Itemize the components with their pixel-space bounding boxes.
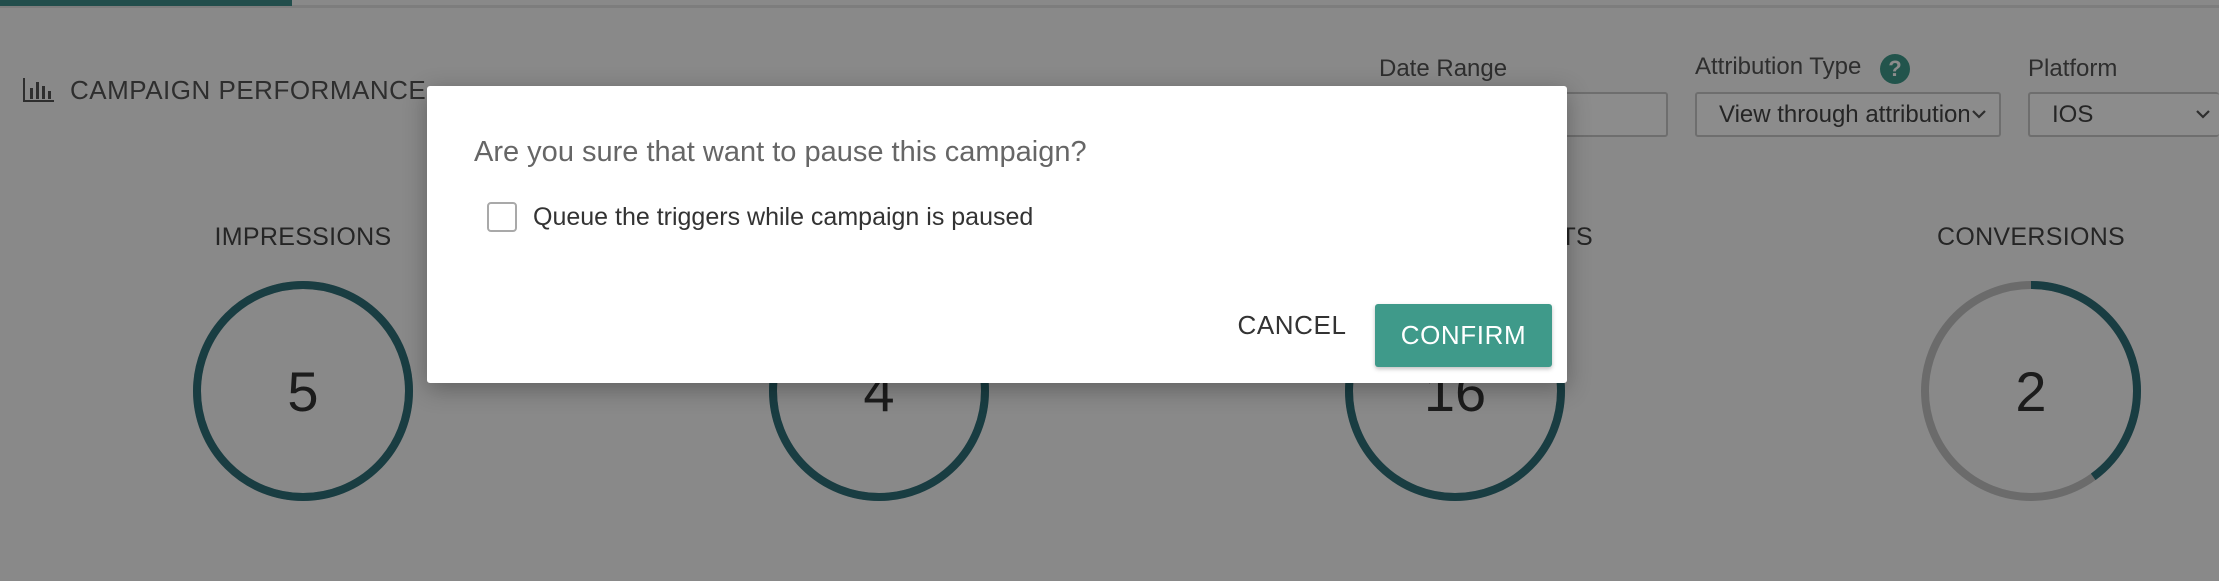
queue-triggers-option[interactable]: Queue the triggers while campaign is pau…	[487, 202, 1033, 232]
queue-triggers-label[interactable]: Queue the triggers while campaign is pau…	[533, 203, 1033, 232]
cancel-button[interactable]: CANCEL	[1233, 303, 1351, 347]
queue-triggers-checkbox[interactable]	[487, 202, 517, 232]
confirm-button[interactable]: CONFIRM	[1375, 304, 1552, 367]
pause-campaign-dialog: Are you sure that want to pause this cam…	[427, 86, 1567, 383]
dialog-title: Are you sure that want to pause this cam…	[474, 136, 1087, 168]
